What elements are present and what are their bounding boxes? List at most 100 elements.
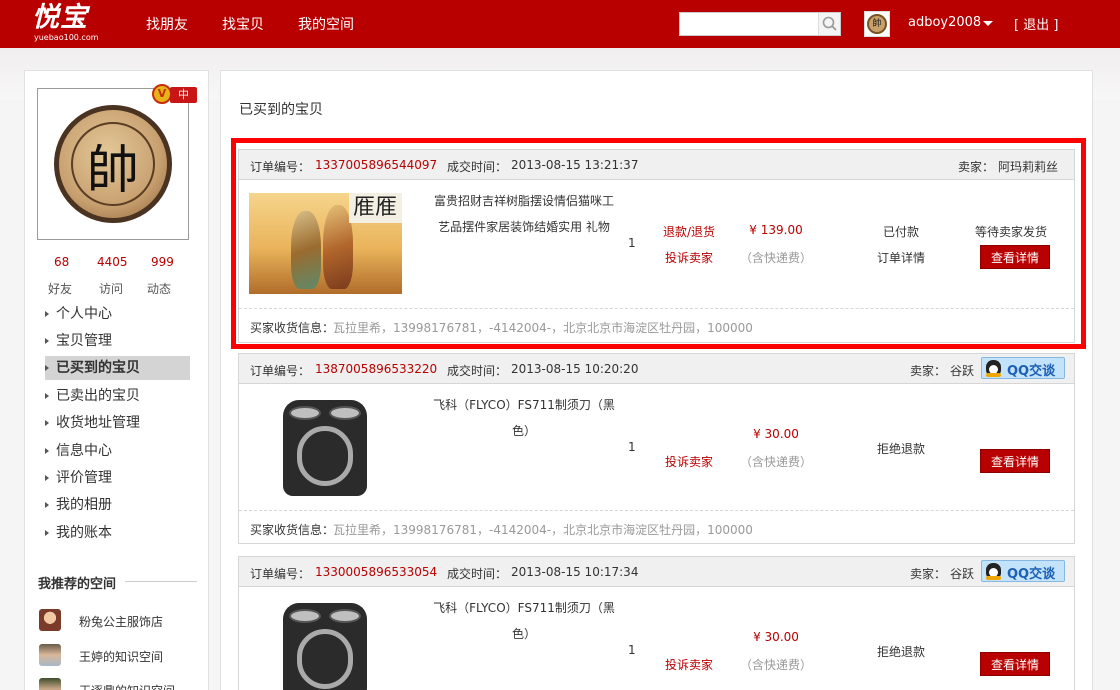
qq-chat-label: QQ交谈 — [1007, 567, 1056, 582]
stat-activity-label: 动态 — [147, 282, 172, 296]
complain-seller-link[interactable]: 投诉卖家 — [657, 453, 721, 470]
sidebar-item-personal-center[interactable]: 个人中心 — [45, 302, 190, 326]
nav-find-friends[interactable]: 找朋友 — [146, 14, 188, 34]
search-icon — [822, 16, 837, 31]
profile-avatar[interactable]: 帥 — [37, 88, 189, 240]
complain-seller-link[interactable]: 投诉卖家 — [657, 656, 721, 673]
seller-name[interactable]: 谷跃 — [950, 362, 974, 379]
view-detail-button[interactable]: 查看详情 — [980, 449, 1050, 473]
triangle-right-icon — [45, 420, 49, 426]
deal-time: 2013-08-15 10:17:34 — [511, 565, 639, 579]
buyer-address-label: 买家收货信息： — [250, 523, 335, 537]
seller-label: 卖家： — [910, 567, 947, 581]
sidebar-item-bought-items[interactable]: 已买到的宝贝 — [45, 356, 190, 380]
vip-badge: V 中 — [152, 84, 197, 106]
nav-my-space[interactable]: 我的空间 — [298, 14, 354, 34]
qq-chat-label: QQ交谈 — [1007, 364, 1056, 379]
space-name: 王逐鼎的知识空间 — [79, 682, 175, 690]
space-avatar — [39, 678, 61, 690]
site-logo[interactable]: 悦宝 yuebao100.com — [32, 3, 107, 45]
recommended-space-item[interactable]: 王逐鼎的知识空间 — [39, 678, 199, 690]
triangle-right-icon — [45, 448, 49, 454]
avatar-glyph: 帥 — [867, 14, 887, 34]
sidebar-item-my-album[interactable]: 我的相册 — [45, 493, 190, 517]
chevron-down-icon[interactable] — [983, 21, 993, 26]
view-detail-button[interactable]: 查看详情 — [980, 652, 1050, 676]
stat-activity-count[interactable]: 999 — [151, 255, 174, 269]
avatar-image: 帥 — [54, 105, 172, 223]
sidebar-item-message-center[interactable]: 信息中心 — [45, 439, 190, 463]
space-name: 王婷的知识空间 — [79, 650, 164, 664]
price: ¥ 30.00 — [753, 427, 799, 441]
buyer-address-row: 买家收货信息： 瓦拉里希，13998176781，-4142004-，北京北京市… — [239, 510, 1074, 544]
order-card: 订单编号： 1330005896533054 成交时间： 2013-08-15 … — [238, 556, 1075, 690]
product-title-line1[interactable]: 飞科（FLYCO）FS711制须刀（黑 — [409, 392, 639, 418]
order-header: 订单编号： 1387005896533220 成交时间： 2013-08-15 … — [239, 354, 1074, 384]
order-number-label: 订单编号： — [250, 364, 311, 378]
product-title-line2[interactable]: 色） — [409, 621, 639, 647]
seller-name[interactable]: 谷跃 — [950, 565, 974, 582]
sidebar-item-review-management[interactable]: 评价管理 — [45, 466, 190, 490]
triangle-right-icon — [45, 338, 49, 344]
seller-label: 卖家： — [910, 364, 947, 378]
shipping-note: （含快递费） — [739, 658, 812, 672]
order-number[interactable]: 1330005896533054 — [315, 565, 437, 579]
order-status: 拒绝退款 — [876, 442, 925, 456]
stat-visits-label: 访问 — [99, 282, 124, 296]
username[interactable]: adboy2008 — [908, 15, 981, 30]
order-number[interactable]: 1387005896533220 — [315, 362, 437, 376]
triangle-right-icon — [45, 502, 49, 508]
sidebar-item-my-account[interactable]: 我的账本 — [45, 521, 190, 545]
sidebar: 帥 V 中 68 4405 999 好友 访问 动态 个人中心 宝贝管理 已买到… — [24, 70, 209, 690]
product-title-line1[interactable]: 飞科（FLYCO）FS711制须刀（黑 — [409, 595, 639, 621]
logo-text: 悦宝 — [32, 2, 88, 33]
triangle-right-icon — [45, 475, 49, 481]
space-name: 粉兔公主服饰店 — [79, 615, 164, 629]
product-image[interactable] — [249, 595, 402, 690]
recommended-spaces-title: 我推荐的空间 — [38, 577, 117, 592]
qq-chat-button[interactable]: QQ交谈 — [981, 560, 1065, 582]
nav-find-items[interactable]: 找宝贝 — [222, 14, 264, 34]
stat-friends-count[interactable]: 68 — [54, 255, 69, 269]
page-title: 已买到的宝贝 — [239, 102, 323, 118]
vip-icon: V — [152, 84, 172, 104]
search-input[interactable] — [680, 13, 818, 35]
shaver-image — [283, 400, 367, 496]
shipping-note: （含快递费） — [739, 455, 812, 469]
product-title-line2[interactable]: 色） — [409, 418, 639, 444]
user-avatar[interactable]: 帥 — [864, 11, 890, 37]
sidebar-item-label: 评价管理 — [56, 470, 112, 486]
stat-visits-count[interactable]: 4405 — [97, 255, 128, 269]
sidebar-item-label: 收货地址管理 — [56, 415, 140, 431]
sidebar-item-label: 已卖出的宝贝 — [56, 388, 140, 404]
quantity: 1 — [628, 643, 636, 657]
product-image[interactable] — [249, 392, 402, 496]
deal-time: 2013-08-15 10:20:20 — [511, 362, 639, 376]
avatar-glyph: 帥 — [86, 141, 139, 201]
triangle-right-icon — [45, 530, 49, 536]
sidebar-item-label: 信息中心 — [56, 443, 112, 459]
logout-link[interactable]: [ 退出 ] — [1014, 14, 1058, 33]
space-avatar — [39, 609, 61, 631]
sidebar-item-item-management[interactable]: 宝贝管理 — [45, 329, 190, 353]
sidebar-item-sold-items[interactable]: 已卖出的宝贝 — [45, 384, 190, 408]
quantity: 1 — [628, 440, 636, 454]
sidebar-item-address-management[interactable]: 收货地址管理 — [45, 411, 190, 435]
vip-level: 中 — [170, 87, 197, 103]
qq-chat-button[interactable]: QQ交谈 — [981, 357, 1065, 379]
search-box — [679, 12, 841, 36]
triangle-right-icon — [45, 365, 49, 371]
sidebar-item-label: 已买到的宝贝 — [56, 360, 140, 376]
sidebar-item-label: 我的账本 — [56, 525, 112, 541]
order-card: 订单编号： 1387005896533220 成交时间： 2013-08-15 … — [238, 353, 1075, 544]
recommended-space-item[interactable]: 王婷的知识空间 — [39, 644, 199, 670]
sidebar-item-label: 宝贝管理 — [56, 333, 112, 349]
search-button[interactable] — [818, 13, 840, 35]
sidebar-item-label: 个人中心 — [56, 306, 112, 322]
space-avatar — [39, 644, 61, 666]
recommended-space-item[interactable]: 粉兔公主服饰店 — [39, 609, 199, 635]
deal-time-label: 成交时间： — [447, 567, 508, 581]
order-status: 拒绝退款 — [876, 645, 925, 659]
triangle-right-icon — [45, 393, 49, 399]
sidebar-item-label: 我的相册 — [56, 497, 112, 513]
